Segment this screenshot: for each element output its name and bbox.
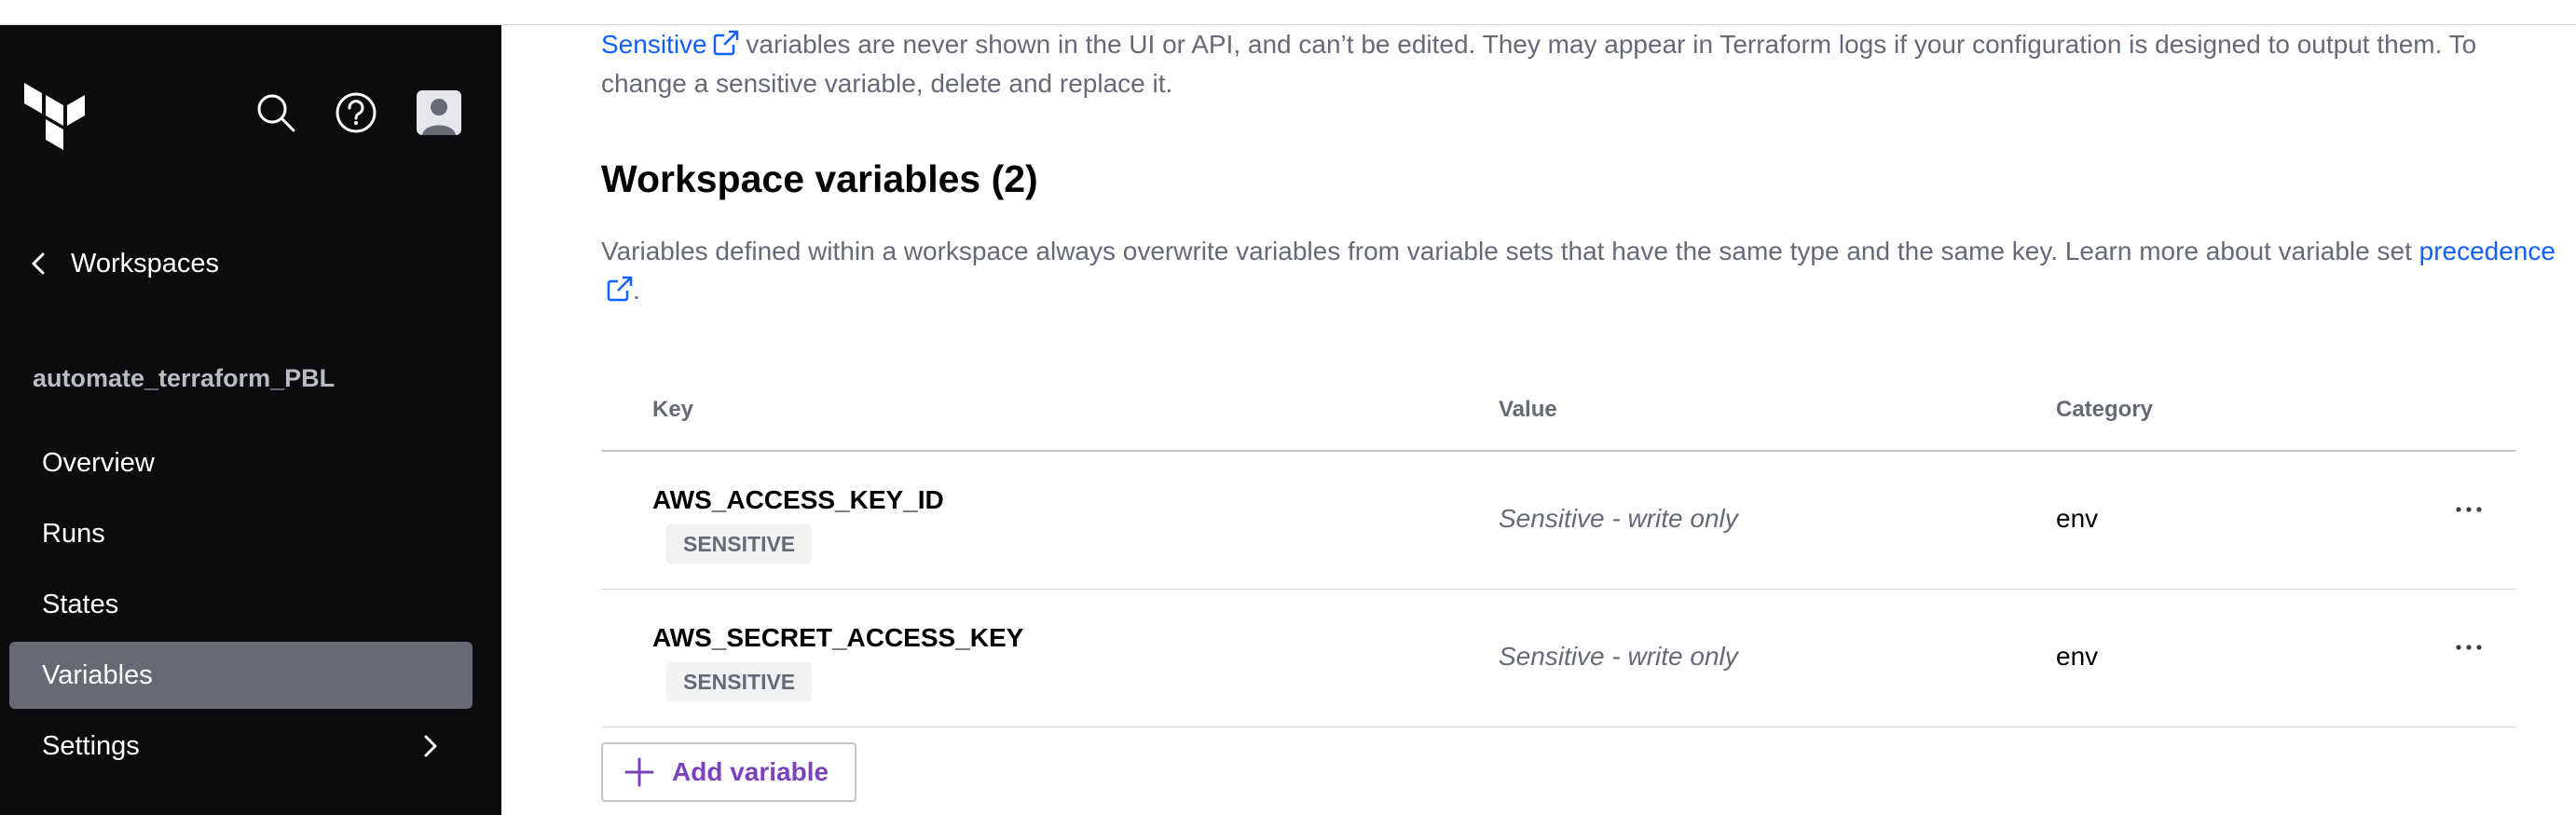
variable-value: Sensitive - write only (1499, 642, 1738, 671)
search-icon[interactable] (253, 90, 298, 135)
workspace-name: automate_terraform_PBL (33, 364, 336, 392)
sensitive-info-text: Sensitive variables are never shown in t… (601, 25, 2558, 103)
plus-icon (623, 756, 655, 788)
variable-key: AWS_ACCESS_KEY_ID (652, 485, 944, 514)
table-row: AWS_ACCESS_KEY_ID SENSITIVE Sensitive - … (601, 452, 2516, 590)
sidebar: Workspaces automate_terraform_PBL Overvi… (0, 25, 501, 815)
help-icon[interactable] (334, 90, 378, 135)
avatar[interactable] (417, 90, 461, 135)
chevron-right-icon (424, 734, 445, 758)
add-variable-button[interactable]: Add variable (601, 742, 856, 802)
precedence-link-label: precedence (2418, 237, 2555, 265)
table-header: Key Value Category (601, 370, 2516, 452)
sensitive-link-label: Sensitive (601, 30, 707, 59)
back-label: Workspaces (71, 248, 220, 278)
table-row: AWS_SECRET_ACCESS_KEY SENSITIVE Sensitiv… (601, 590, 2516, 727)
sensitive-badge: SENSITIVE (666, 524, 813, 564)
sidebar-item-label: Variables (42, 659, 153, 690)
sidebar-item-states[interactable]: States (9, 571, 473, 638)
sidebar-nav: Overview Runs States Variables Settings (9, 429, 473, 783)
column-header-key: Key (652, 397, 694, 422)
column-header-category: Category (2056, 397, 2154, 422)
variable-category: env (2056, 504, 2099, 533)
sidebar-item-label: Overview (42, 447, 155, 478)
sidebar-item-label: States (42, 589, 119, 619)
more-actions-icon[interactable] (2446, 491, 2491, 528)
variable-key: AWS_SECRET_ACCESS_KEY (652, 623, 1024, 652)
back-to-workspaces-link[interactable]: Workspaces (32, 245, 219, 282)
sidebar-item-overview[interactable]: Overview (9, 429, 473, 496)
page-title: Workspace variables (2) (601, 157, 1038, 200)
external-link-icon (607, 274, 633, 302)
external-link-icon (713, 28, 739, 56)
more-actions-icon[interactable] (2446, 629, 2491, 666)
add-variable-label: Add variable (672, 757, 829, 786)
chevron-left-icon (32, 251, 52, 276)
terraform-logo[interactable] (24, 83, 86, 154)
sidebar-item-runs[interactable]: Runs (9, 500, 473, 567)
sidebar-item-variables[interactable]: Variables (9, 642, 473, 709)
description-body-text: Variables defined within a workspace alw… (601, 237, 2419, 265)
sensitive-docs-link[interactable]: Sensitive (601, 30, 739, 59)
browser-top-strip (0, 0, 2576, 25)
description-period: . (633, 276, 640, 305)
sensitive-badge: SENSITIVE (666, 662, 813, 701)
variables-table: Key Value Category AWS_ACCESS_KEY_ID SEN… (601, 370, 2516, 727)
main-content: Sensitive variables are never shown in t… (501, 25, 2576, 815)
column-header-value: Value (1499, 397, 1557, 422)
section-description: Variables defined within a workspace alw… (601, 232, 2558, 310)
sidebar-item-label: Runs (42, 518, 105, 549)
variable-value: Sensitive - write only (1499, 504, 1738, 533)
variable-category: env (2056, 642, 2099, 671)
sidebar-item-label: Settings (42, 730, 140, 761)
sidebar-item-settings[interactable]: Settings (9, 713, 473, 780)
intro-body-text: variables are never shown in the UI or A… (601, 30, 2477, 98)
